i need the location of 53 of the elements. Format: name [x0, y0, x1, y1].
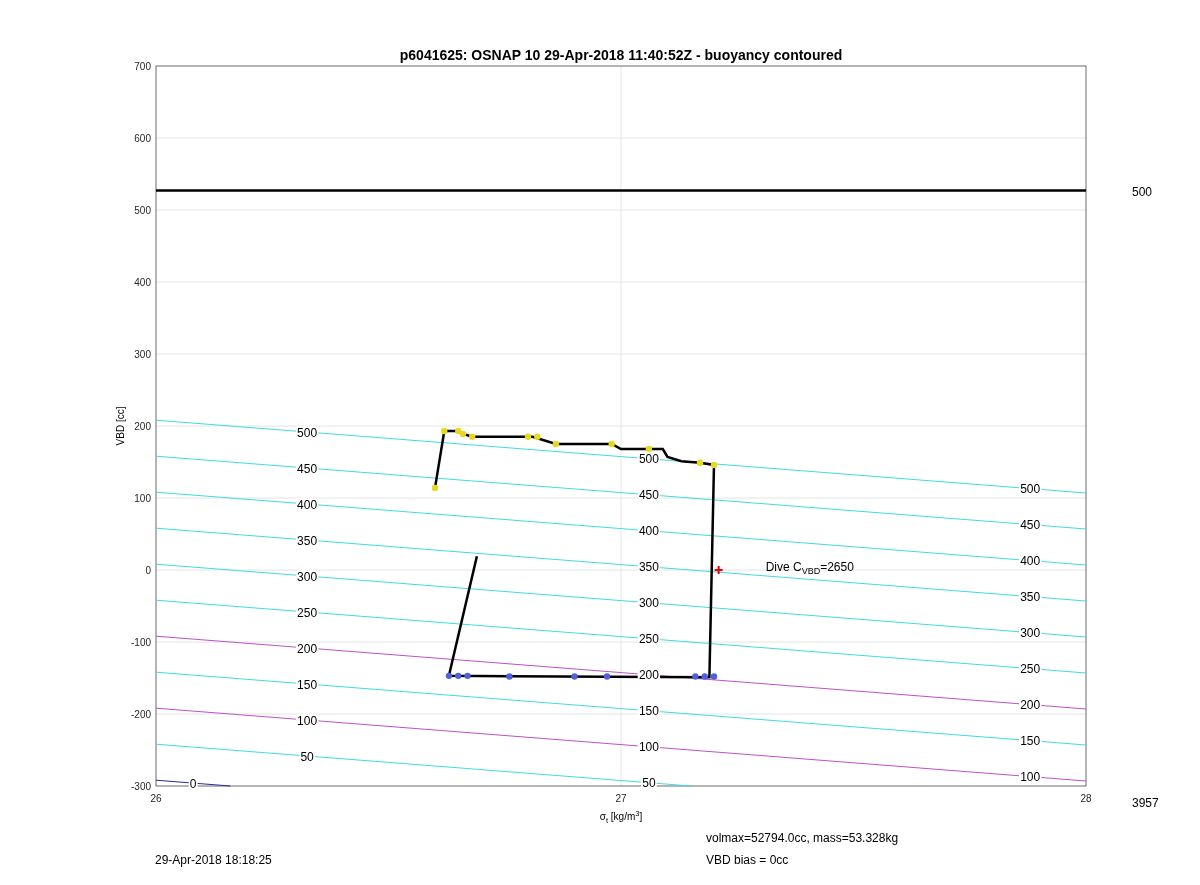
y-tick-label: -300: [131, 780, 151, 792]
y-tick-label: -200: [131, 708, 151, 720]
contour-label: 100: [1020, 770, 1041, 785]
contour-label: 450: [638, 488, 659, 503]
contour-label: 500: [638, 452, 659, 467]
y-tick-label: 700: [134, 60, 151, 72]
timestamp: 29-Apr-2018 18:18:25: [155, 854, 272, 866]
x-axis-label: σ$_{t}$ [kg/m$^{3}$]: [599, 810, 643, 825]
y-tick-label: -100: [131, 636, 151, 648]
contour-label: 500: [297, 425, 318, 440]
contour-label: 250: [1020, 662, 1041, 677]
corner-number: 3957: [1132, 797, 1159, 809]
contour-label: 300: [638, 596, 659, 611]
contour-label: 300: [297, 569, 318, 584]
contour-label: 400: [1020, 554, 1041, 569]
contour-label: 350: [638, 560, 659, 575]
y-tick-label: 400: [134, 276, 151, 288]
y-tick-label: 0: [145, 564, 151, 576]
contour-label: 400: [297, 497, 318, 512]
volmax-text: volmax=52794.0cc, mass=53.328kg: [706, 832, 899, 844]
contour-label: 350: [297, 533, 318, 548]
x-tick-label: 28: [1080, 793, 1092, 804]
y-tick-label: 500: [134, 204, 151, 216]
contour-label: 100: [297, 713, 318, 728]
contour-label: 50: [642, 776, 656, 791]
contour-label: 300: [1020, 626, 1041, 641]
limit-label: 500: [1132, 184, 1153, 199]
y-tick-label: 600: [134, 132, 151, 144]
x-tick-label: 26: [150, 793, 162, 804]
x-tick-label: 27: [615, 793, 627, 804]
y-tick-label: 100: [134, 492, 151, 504]
y-tick-label: 300: [134, 348, 151, 360]
contour-label: 450: [1020, 518, 1041, 533]
contour-label: 200: [297, 641, 318, 656]
contour-label: 150: [297, 677, 318, 692]
contour-label: 450: [297, 461, 318, 476]
contour-label: 150: [1020, 734, 1041, 749]
dive-annotation: Dive C$_{VBD}$=2650: [765, 560, 854, 577]
contour-label: 250: [638, 632, 659, 647]
contour-label: 100: [638, 740, 659, 755]
contour-label: 0: [189, 777, 197, 792]
bias-text: VBD bias = 0cc: [706, 854, 789, 866]
contour-label: 50: [300, 749, 314, 764]
y-axis-label: VBD [cc]: [116, 406, 126, 446]
contour-label: 200: [638, 668, 659, 683]
contour-label: 150: [638, 704, 659, 719]
contour-label: 350: [1020, 590, 1041, 605]
contour-label: 200: [1020, 698, 1041, 713]
y-tick-label: 200: [134, 420, 151, 432]
chart-title: p6041625: OSNAP 10 29-Apr-2018 11:40:52Z - buoyancy contoured: [399, 48, 843, 62]
contour-label: 400: [638, 524, 659, 539]
contour-label: 500: [1020, 482, 1041, 497]
contour-label: 250: [297, 605, 318, 620]
